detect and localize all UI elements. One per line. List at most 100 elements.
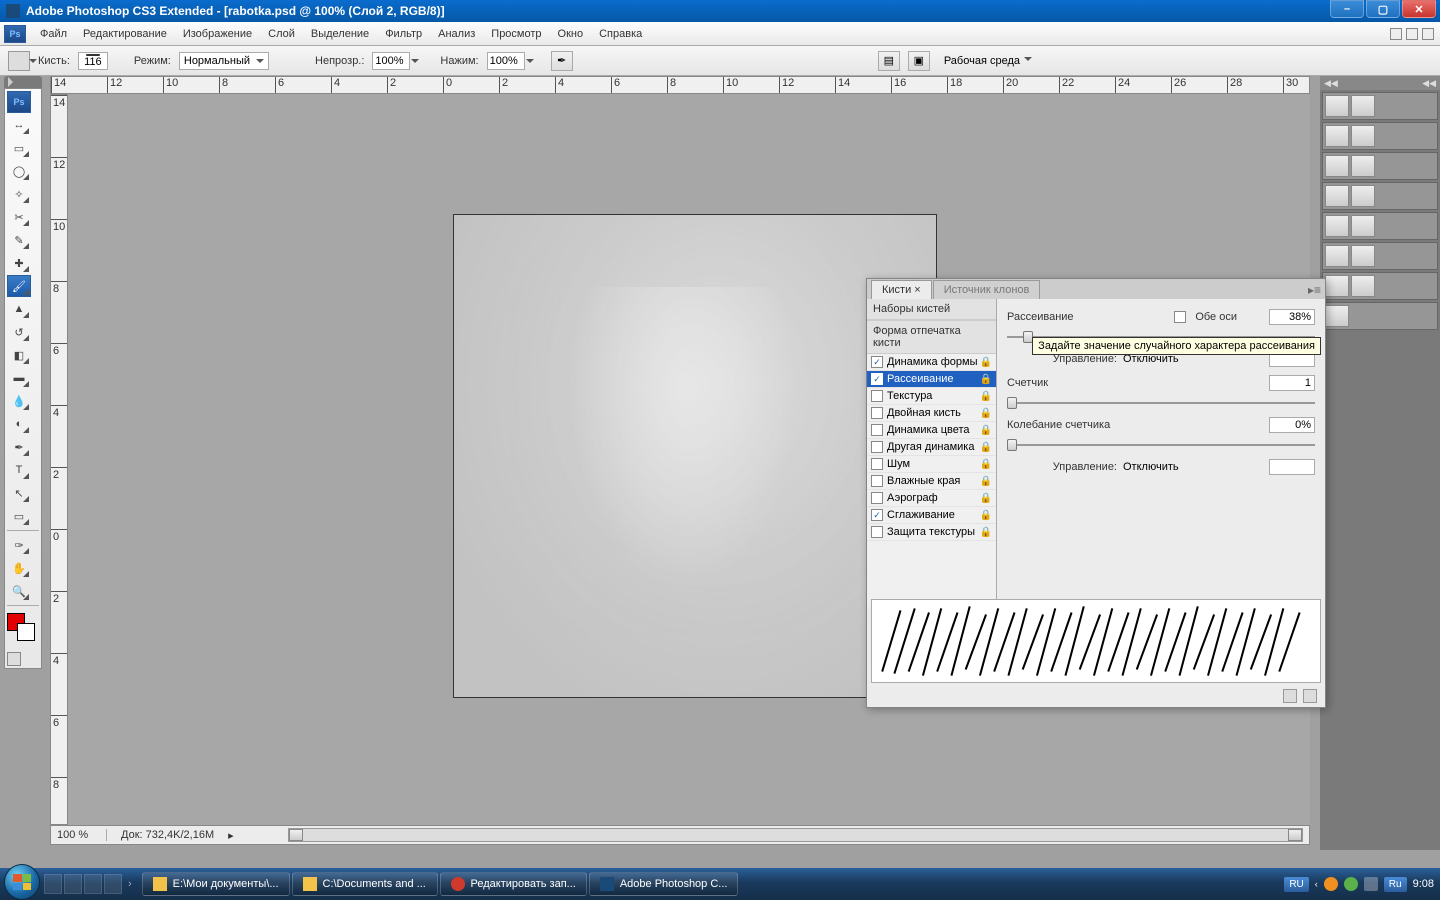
brushes-panel-icon[interactable] — [1325, 245, 1349, 267]
notes-tool[interactable]: ✑ — [7, 534, 31, 556]
layer-comps-panel-icon[interactable] — [1351, 275, 1375, 297]
brush-tip-row[interactable]: Форма отпечатка кисти — [867, 320, 996, 354]
horizontal-scrollbar[interactable] — [288, 828, 1303, 842]
tray-icon[interactable] — [1324, 877, 1338, 891]
brush-picker[interactable]: 116 — [78, 52, 108, 70]
eraser-tool[interactable]: ◧ — [7, 344, 31, 366]
option-checkbox[interactable] — [871, 407, 883, 419]
brush-option-row[interactable]: Шум🔒 — [867, 456, 996, 473]
new-preset-button[interactable] — [1283, 689, 1297, 703]
brush-option-row[interactable]: Защита текстуры🔒 — [867, 524, 996, 541]
history-brush-tool[interactable]: ↺ — [7, 321, 31, 343]
window-minimize-button[interactable]: – — [1330, 0, 1364, 18]
type-tool[interactable]: T — [7, 459, 31, 481]
ql-icon[interactable] — [104, 874, 122, 894]
option-checkbox[interactable]: ✓ — [871, 373, 883, 385]
ps-logo-icon[interactable]: Ps — [7, 91, 31, 113]
count-jitter-input[interactable]: 0% — [1269, 417, 1315, 433]
styles-panel-icon[interactable] — [1325, 155, 1349, 177]
history-panel-icon[interactable] — [1325, 185, 1349, 207]
jitter-control-select[interactable]: Отключить — [1123, 461, 1263, 473]
pen-tool[interactable]: ✒ — [7, 436, 31, 458]
mdi-close-button[interactable] — [1422, 28, 1434, 40]
lock-icon[interactable]: 🔒 — [980, 493, 992, 504]
layers-panel-icon[interactable] — [1351, 155, 1375, 177]
brush-option-row[interactable]: ✓Сглаживание🔒 — [867, 507, 996, 524]
menu-help[interactable]: Справка — [591, 25, 650, 43]
brush-option-row[interactable]: Динамика цвета🔒 — [867, 422, 996, 439]
window-close-button[interactable]: ✕ — [1402, 0, 1436, 18]
hand-tool[interactable]: ✋ — [7, 557, 31, 579]
quick-mask-button[interactable] — [7, 652, 21, 666]
menu-window[interactable]: Окно — [550, 25, 592, 43]
flow-input[interactable]: 100% — [487, 52, 525, 70]
navigator-panel-icon[interactable] — [1325, 95, 1349, 117]
menu-edit[interactable]: Редактирование — [75, 25, 175, 43]
taskbar-item[interactable]: Редактировать зап... — [440, 872, 587, 896]
lasso-tool[interactable]: ◯ — [7, 160, 31, 182]
lock-icon[interactable]: 🔒 — [980, 391, 992, 402]
ps-menu-icon[interactable]: Ps — [4, 25, 26, 43]
background-color[interactable] — [17, 623, 35, 641]
opacity-input[interactable]: 100% — [372, 52, 410, 70]
clock[interactable]: 9:08 — [1413, 878, 1434, 890]
lock-icon[interactable]: 🔒 — [980, 442, 992, 453]
tab-clone-source[interactable]: Источник клонов — [933, 280, 1041, 299]
marquee-tool[interactable]: ▭ — [7, 137, 31, 159]
eyedropper-tool[interactable]: ✎ — [7, 229, 31, 251]
option-checkbox[interactable] — [871, 424, 883, 436]
ql-expand[interactable]: › — [124, 878, 136, 890]
clone-source-panel-icon[interactable] — [1351, 245, 1375, 267]
ql-icon[interactable] — [44, 874, 62, 894]
option-checkbox[interactable]: ✓ — [871, 509, 883, 521]
healing-tool[interactable]: ✚ — [7, 252, 31, 274]
blend-mode-select[interactable]: Нормальный — [179, 52, 269, 70]
option-checkbox[interactable] — [871, 390, 883, 402]
mdi-minimize-button[interactable] — [1390, 28, 1402, 40]
bridge-button[interactable]: ▤ — [878, 51, 900, 71]
start-button[interactable] — [4, 864, 40, 900]
brush-option-row[interactable]: ✓Динамика формы🔒 — [867, 354, 996, 371]
paragraph-panel-icon[interactable] — [1351, 215, 1375, 237]
crop-tool[interactable]: ✂ — [7, 206, 31, 228]
dodge-tool[interactable]: ◐ — [7, 413, 31, 435]
menu-filter[interactable]: Фильтр — [377, 25, 430, 43]
taskbar-item[interactable]: Adobe Photoshop C... — [589, 872, 739, 896]
swatches-panel-icon[interactable] — [1351, 125, 1375, 147]
taskbar-item[interactable]: C:\Documents and ... — [292, 872, 438, 896]
doc-size-label[interactable]: Док: 732,4K/2,16M — [121, 829, 214, 841]
shape-tool[interactable]: ▭ — [7, 505, 31, 527]
taskbar-item[interactable]: E:\Мои документы\... — [142, 872, 290, 896]
brush-option-row[interactable]: Аэрограф🔒 — [867, 490, 996, 507]
option-checkbox[interactable] — [871, 475, 883, 487]
document-canvas[interactable] — [453, 214, 937, 698]
workspace-menu[interactable]: ▤ ▣ Рабочая среда — [878, 51, 1032, 71]
horizontal-ruler[interactable]: 1412108642024681012141618202224262830 — [50, 76, 1310, 94]
both-axes-checkbox[interactable] — [1174, 311, 1186, 323]
jitter-control-extra[interactable] — [1269, 459, 1315, 475]
menu-file[interactable]: Файл — [32, 25, 75, 43]
lock-icon[interactable]: 🔒 — [980, 425, 992, 436]
tray-icon[interactable] — [1364, 877, 1378, 891]
toolbox-grip[interactable] — [4, 76, 42, 88]
scroll-right-button[interactable] — [1288, 829, 1302, 841]
lock-icon[interactable]: 🔒 — [980, 357, 992, 368]
blur-tool[interactable]: 💧 — [7, 390, 31, 412]
option-checkbox[interactable]: ✓ — [871, 356, 883, 368]
tray-icon[interactable] — [1344, 877, 1358, 891]
tool-preset-picker[interactable] — [8, 51, 30, 71]
brush-option-row[interactable]: Текстура🔒 — [867, 388, 996, 405]
lock-icon[interactable]: 🔒 — [980, 510, 992, 521]
language-indicator[interactable]: RU — [1284, 877, 1308, 892]
option-checkbox[interactable] — [871, 458, 883, 470]
zoom-field[interactable]: 100 % — [57, 829, 107, 841]
menu-view[interactable]: Просмотр — [483, 25, 549, 43]
lock-icon[interactable]: 🔒 — [980, 374, 992, 385]
character-panel-icon[interactable] — [1325, 215, 1349, 237]
brush-option-row[interactable]: Двойная кисть🔒 — [867, 405, 996, 422]
count-slider[interactable] — [1007, 395, 1315, 411]
gradient-tool[interactable]: ▬ — [7, 367, 31, 389]
lock-icon[interactable]: 🔒 — [980, 476, 992, 487]
lock-icon[interactable]: 🔒 — [980, 459, 992, 470]
ql-icon[interactable] — [64, 874, 82, 894]
